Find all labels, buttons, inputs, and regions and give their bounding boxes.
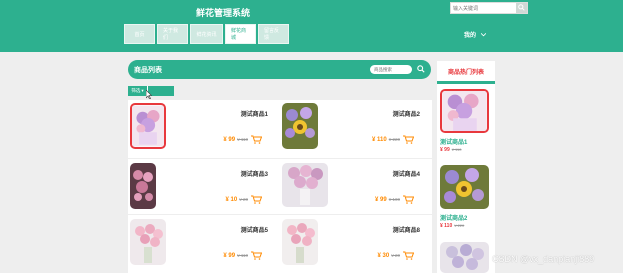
header-search-button[interactable] bbox=[516, 3, 527, 13]
cart-icon[interactable] bbox=[403, 195, 414, 204]
old-price: ¥ 110 bbox=[451, 147, 462, 152]
old-price: ¥ 110 bbox=[237, 253, 248, 258]
old-price: ¥ 220 bbox=[454, 223, 465, 228]
chevron-down-icon bbox=[481, 32, 487, 36]
product-price: ¥ 99 ¥ 100 bbox=[375, 197, 400, 203]
product-price: ¥ 110 ¥ 220 bbox=[372, 137, 400, 143]
product-card[interactable]: 测试商品8 ¥ 30 ¥ 20 bbox=[280, 216, 430, 272]
hot-products-panel: 商品热门列表 测试商品1 ¥ 99 ¥ 110 测试商品2 ¥ 110 ¥ 220 bbox=[437, 61, 495, 273]
nav-tab-about[interactable]: 关于我们 bbox=[157, 24, 188, 44]
product-image[interactable] bbox=[130, 163, 156, 209]
mouse-cursor-icon bbox=[146, 90, 152, 99]
product-image[interactable] bbox=[130, 219, 166, 265]
caret-down-icon: ▾ bbox=[141, 88, 144, 93]
product-list-header: 商品列表 bbox=[128, 60, 431, 79]
cart-icon[interactable] bbox=[403, 251, 414, 260]
product-name[interactable]: 测试商品8 bbox=[393, 225, 420, 234]
price-value: ¥ 99 bbox=[223, 253, 236, 259]
header-search-box bbox=[450, 2, 528, 14]
hot-products-underline bbox=[437, 81, 495, 84]
hot-product-item[interactable]: 测试商品1 ¥ 99 ¥ 110 bbox=[440, 89, 491, 153]
nav-tab-news[interactable]: 鲜花资讯 bbox=[190, 24, 223, 44]
product-search-box bbox=[370, 65, 412, 74]
nav-tab-feedback[interactable]: 留言反馈 bbox=[258, 24, 289, 44]
price-value: ¥ 110 bbox=[372, 137, 387, 143]
product-name[interactable]: 测试商品2 bbox=[393, 109, 420, 118]
old-price: ¥ 100 bbox=[388, 197, 400, 202]
product-image[interactable] bbox=[282, 163, 328, 207]
product-grid: 测试商品1 ¥ 99 ¥ 110 测试商品2 ¥ 110 ¥ 220 测试商品3 ¥… bbox=[128, 100, 432, 273]
product-image[interactable] bbox=[282, 103, 318, 149]
product-name[interactable]: 测试商品5 bbox=[241, 225, 268, 234]
product-price: ¥ 99 ¥ 110 bbox=[223, 137, 248, 143]
product-card[interactable]: 测试商品1 ¥ 99 ¥ 110 bbox=[128, 100, 278, 156]
price-value: ¥ 99 bbox=[375, 197, 387, 203]
hot-product-price: ¥ 99 ¥ 110 bbox=[440, 147, 491, 153]
price-value: ¥ 99 bbox=[223, 137, 236, 143]
old-price: ¥ 220 bbox=[388, 137, 400, 142]
sort-label: 筛选 bbox=[131, 88, 141, 93]
product-list-title: 商品列表 bbox=[134, 67, 162, 74]
product-card[interactable]: 测试商品2 ¥ 110 ¥ 220 bbox=[280, 100, 430, 156]
price-value: ¥ 30 bbox=[377, 253, 390, 259]
cart-icon[interactable] bbox=[251, 251, 262, 260]
user-menu[interactable]: 我的 bbox=[464, 30, 487, 39]
hot-product-image[interactable] bbox=[440, 242, 489, 273]
hot-product-name[interactable]: 测试商品2 bbox=[440, 213, 491, 222]
product-price: ¥ 30 ¥ 20 bbox=[378, 253, 400, 259]
product-name[interactable]: 测试商品3 bbox=[241, 169, 268, 178]
price-value: ¥ 99 bbox=[440, 147, 450, 153]
nav-tab-shop[interactable]: 鲜花商城 bbox=[225, 24, 256, 44]
hot-product-item[interactable]: 测试商品2 ¥ 110 ¥ 220 bbox=[440, 165, 491, 229]
row-divider bbox=[128, 158, 432, 159]
price-value: ¥ 10 bbox=[225, 197, 238, 203]
csdn-watermark: CSDN @vx_danpianji889 bbox=[492, 254, 595, 264]
sort-dropdown[interactable]: 筛选 ▾ bbox=[128, 86, 148, 96]
cart-icon[interactable] bbox=[251, 195, 262, 204]
product-card[interactable]: 测试商品5 ¥ 99 ¥ 110 bbox=[128, 216, 278, 272]
product-card[interactable]: 测试商品3 ¥ 10 ¥ 20 bbox=[128, 160, 278, 216]
old-price: ¥ 20 bbox=[239, 197, 248, 202]
hot-product-name[interactable]: 测试商品1 bbox=[440, 137, 491, 146]
cart-icon[interactable] bbox=[251, 135, 262, 144]
price-value: ¥ 110 bbox=[440, 223, 453, 229]
product-name[interactable]: 测试商品4 bbox=[393, 169, 420, 178]
search-icon[interactable] bbox=[417, 65, 425, 73]
top-header: 鲜花管理系统 首页 关于我们 鲜花资讯 鲜花商城 留言反馈 我的 bbox=[0, 0, 623, 52]
old-price: ¥ 110 bbox=[237, 137, 248, 142]
nav-tab-home[interactable]: 首页 bbox=[124, 24, 155, 44]
row-divider bbox=[128, 214, 432, 215]
product-price: ¥ 99 ¥ 110 bbox=[223, 253, 248, 259]
hot-product-image[interactable] bbox=[440, 89, 489, 133]
product-search-input[interactable] bbox=[374, 66, 408, 73]
hot-product-price: ¥ 110 ¥ 220 bbox=[440, 223, 491, 229]
hot-product-image[interactable] bbox=[440, 165, 489, 209]
hot-products-title: 商品热门列表 bbox=[447, 69, 484, 76]
old-price: ¥ 20 bbox=[391, 253, 400, 258]
product-card[interactable]: 测试商品4 ¥ 99 ¥ 100 bbox=[280, 160, 430, 216]
search-icon bbox=[518, 4, 525, 11]
product-name[interactable]: 测试商品1 bbox=[241, 109, 268, 118]
product-image[interactable] bbox=[282, 219, 318, 265]
user-menu-label: 我的 bbox=[464, 33, 477, 39]
product-image[interactable] bbox=[130, 103, 166, 149]
main-nav: 首页 关于我们 鲜花资讯 鲜花商城 留言反馈 bbox=[124, 24, 289, 44]
cart-icon[interactable] bbox=[403, 135, 414, 144]
site-title: 鲜花管理系统 bbox=[196, 8, 251, 18]
product-price: ¥ 10 ¥ 20 bbox=[226, 197, 248, 203]
header-search-input[interactable] bbox=[453, 4, 515, 13]
hot-product-item[interactable] bbox=[440, 242, 491, 273]
